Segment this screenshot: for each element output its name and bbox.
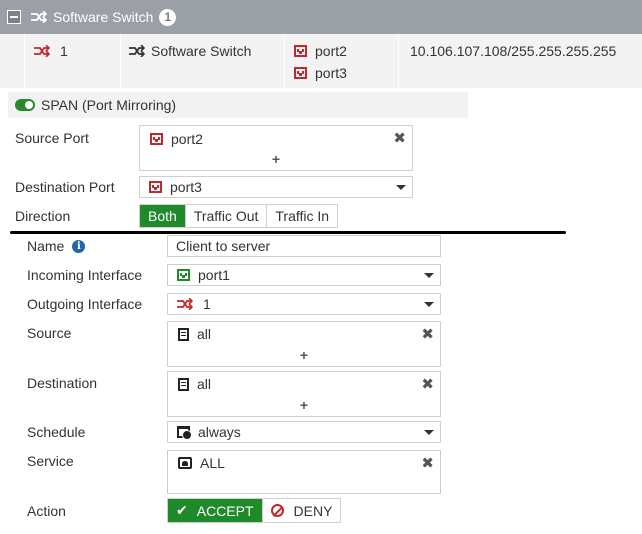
schedule-icon — [177, 426, 192, 440]
info-icon[interactable]: i — [72, 239, 86, 253]
deny-label: DENY — [293, 502, 333, 519]
member-port: port3 — [294, 63, 347, 83]
member-port-label: port3 — [315, 65, 347, 81]
source-field[interactable]: all ✖ + — [167, 321, 441, 367]
collapse-toggle-icon[interactable] — [7, 10, 21, 24]
span-label: SPAN (Port Mirroring) — [41, 97, 177, 113]
source-port-entry: port2 — [150, 131, 203, 147]
port-icon — [294, 67, 307, 79]
action-label: Action — [27, 503, 66, 519]
direction-option-both[interactable]: Both — [140, 205, 185, 227]
incoming-interface-select[interactable]: port1 — [167, 264, 441, 286]
destination-value: all — [197, 376, 212, 392]
outgoing-interface-label: Outgoing Interface — [27, 296, 143, 312]
port-icon — [150, 133, 163, 145]
service-label: Service — [27, 453, 74, 469]
destination-field[interactable]: all ✖ + — [167, 371, 441, 417]
chevron-down-icon — [424, 430, 434, 435]
span-section-header: SPAN (Port Mirroring) — [8, 92, 468, 118]
row-name: 1 — [60, 43, 68, 59]
action-toggle-group: ✔ ACCEPT DENY — [167, 498, 342, 523]
name-label: Name — [27, 238, 65, 254]
switch-icon — [31, 11, 47, 23]
remove-icon[interactable]: ✖ — [393, 129, 406, 147]
row-name-cell: 1 — [34, 42, 68, 60]
address-icon — [178, 377, 189, 391]
remove-icon[interactable]: ✖ — [421, 454, 434, 472]
incoming-interface-value: port1 — [198, 267, 230, 283]
name-input[interactable] — [167, 235, 441, 257]
row-members-cell: port2 port3 — [294, 41, 347, 83]
destination-port-label: Destination Port — [15, 179, 115, 195]
table-row[interactable]: 1 Software Switch port2 port3 10.106.107… — [0, 34, 642, 88]
outgoing-interface-value: 1 — [203, 296, 211, 312]
group-title: Software Switch — [53, 9, 154, 25]
incoming-interface-label: Incoming Interface — [27, 267, 143, 283]
row-ip: 10.106.107.108/255.255.255.255 — [410, 43, 617, 59]
destination-entry: all — [178, 376, 211, 392]
source-port-value: port2 — [171, 131, 203, 147]
source-entry: all — [178, 326, 211, 342]
member-port-label: port2 — [315, 43, 347, 59]
direction-option-traffic-out[interactable]: Traffic Out — [184, 205, 267, 227]
group-header-row[interactable]: Software Switch 1 — [0, 0, 642, 34]
service-value: ALL — [200, 455, 225, 471]
row-type-cell: Software Switch — [129, 42, 251, 60]
remove-icon[interactable]: ✖ — [421, 325, 434, 343]
chevron-down-icon — [424, 273, 434, 278]
destination-label: Destination — [27, 375, 98, 391]
source-port-label: Source Port — [15, 130, 89, 146]
service-field[interactable]: ALL ✖ — [167, 450, 441, 494]
add-icon[interactable]: + — [168, 397, 440, 413]
chevron-down-icon — [396, 185, 406, 190]
source-label: Source — [27, 325, 72, 341]
service-icon — [178, 457, 192, 469]
switch-icon — [34, 45, 50, 57]
source-port-field[interactable]: port2 ✖ + — [139, 125, 413, 171]
direction-option-traffic-in[interactable]: Traffic In — [266, 205, 338, 227]
switch-icon — [129, 45, 145, 57]
span-toggle[interactable] — [15, 99, 35, 111]
schedule-label: Schedule — [27, 424, 86, 440]
direction-label: Direction — [15, 208, 71, 224]
row-type: Software Switch — [151, 43, 252, 59]
port-icon — [177, 269, 190, 281]
member-port: port2 — [294, 41, 347, 61]
name-label-group: Name i — [27, 238, 86, 254]
port-icon — [294, 45, 307, 57]
check-icon: ✔ — [176, 502, 188, 518]
port-icon — [149, 181, 162, 193]
remove-icon[interactable]: ✖ — [421, 375, 434, 393]
destination-port-select[interactable]: port3 — [139, 176, 413, 198]
section-divider — [10, 231, 566, 234]
outgoing-interface-select[interactable]: 1 — [167, 293, 441, 315]
accept-label: ACCEPT — [196, 502, 254, 519]
add-icon[interactable]: + — [168, 347, 440, 363]
source-value: all — [197, 326, 212, 342]
address-icon — [178, 327, 189, 341]
switch-icon — [177, 298, 193, 310]
direction-toggle-group: Both Traffic Out Traffic In — [139, 204, 339, 228]
chevron-down-icon — [424, 302, 434, 307]
deny-icon — [270, 504, 284, 517]
service-entry: ALL — [178, 455, 225, 471]
schedule-value: always — [198, 424, 241, 440]
add-icon[interactable]: + — [140, 151, 412, 167]
destination-port-value: port3 — [170, 179, 202, 195]
group-count-badge: 1 — [159, 8, 177, 26]
deny-button[interactable]: DENY — [261, 499, 341, 522]
schedule-select[interactable]: always — [167, 421, 441, 443]
accept-button[interactable]: ✔ ACCEPT — [168, 499, 262, 522]
row-ip-cell: 10.106.107.108/255.255.255.255 — [410, 42, 616, 60]
